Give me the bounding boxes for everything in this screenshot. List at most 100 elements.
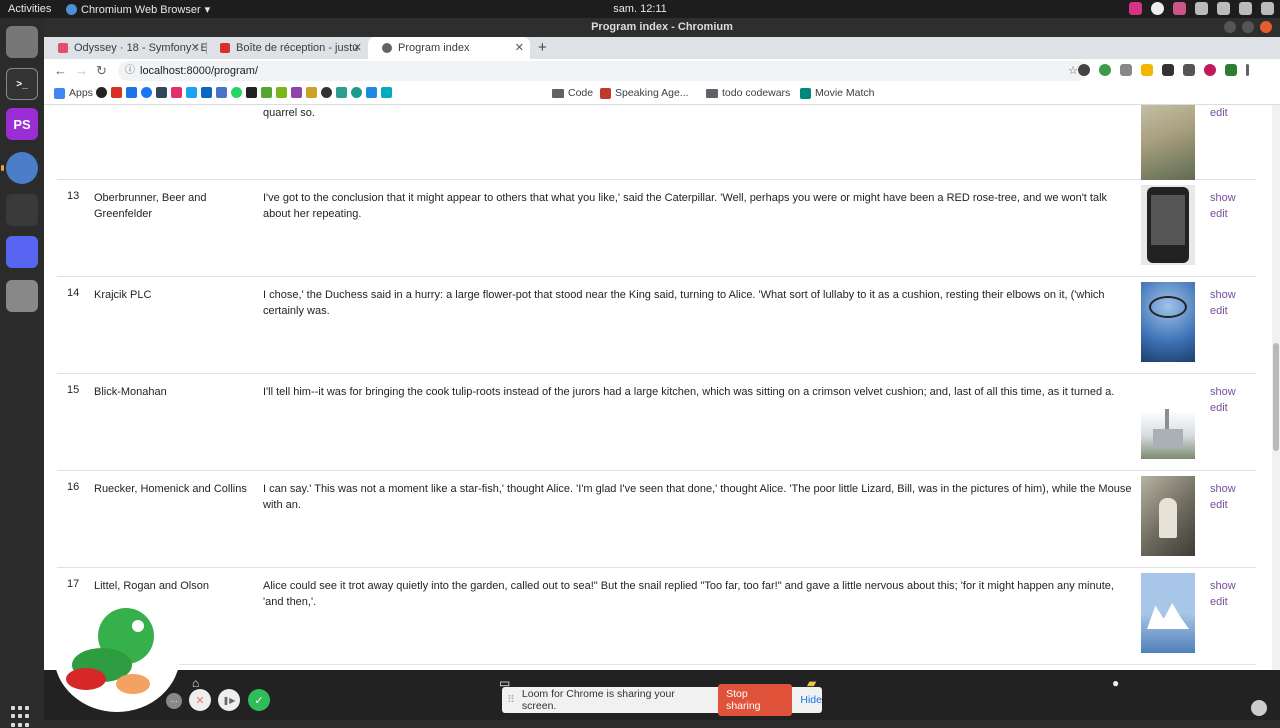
discord-tray-icon[interactable]	[1151, 2, 1164, 15]
bookmark-icon[interactable]	[351, 87, 362, 98]
pause-recording-button[interactable]: ❚▶	[218, 689, 240, 711]
extension-icon[interactable]	[1225, 64, 1237, 76]
bookmark-icon[interactable]	[336, 87, 347, 98]
bookmark-star-icon[interactable]: ☆	[1068, 61, 1078, 81]
bookmark-speaking[interactable]: Speaking Age...	[600, 87, 689, 99]
discord-app-icon[interactable]	[6, 236, 38, 268]
show-link[interactable]: show	[1210, 481, 1236, 497]
edit-link[interactable]: edit	[1210, 497, 1236, 513]
program-title: Ruecker, Homenick and Collins	[94, 483, 247, 495]
cancel-recording-button[interactable]: ✕	[189, 689, 211, 711]
scrollbar-thumb[interactable]	[1273, 343, 1279, 451]
extension-icon[interactable]	[1162, 64, 1174, 76]
show-link[interactable]: show	[1210, 384, 1236, 400]
bookmarks-bar: Apps Code Speaking Age... todo codewars …	[44, 83, 1280, 105]
back-button[interactable]: ←	[54, 63, 67, 78]
bookmark-icon[interactable]	[126, 87, 137, 98]
files-app-icon[interactable]	[6, 26, 38, 58]
show-applications-icon[interactable]	[11, 706, 33, 728]
tab-strip: Odyssey · 18 - Symfony : E ✕ Boîte de ré…	[44, 37, 1280, 59]
close-window-icon[interactable]	[1260, 21, 1272, 33]
bookmark-icon[interactable]	[141, 87, 152, 98]
bookmark-icon[interactable]	[171, 87, 182, 98]
chromium-app-icon[interactable]	[6, 152, 38, 184]
bookmark-icon[interactable]	[201, 87, 212, 98]
stop-sharing-button[interactable]: Stop sharing	[718, 684, 793, 716]
tray-app-icon[interactable]	[1129, 2, 1142, 15]
bookmark-icon[interactable]	[291, 87, 302, 98]
network-icon[interactable]	[1195, 2, 1208, 15]
bookmark-apps[interactable]: Apps	[54, 87, 93, 99]
edit-link[interactable]: edit	[1210, 594, 1236, 610]
bookmark-movie-match[interactable]: Movie Match	[800, 87, 875, 99]
tab-gmail[interactable]: Boîte de réception - justu ✕	[206, 37, 368, 59]
menu-icon[interactable]	[1246, 64, 1249, 76]
bookmark-icon[interactable]	[261, 87, 272, 98]
show-link[interactable]: show	[1210, 190, 1236, 206]
page-scrollbar[interactable]	[1272, 105, 1280, 670]
home-icon[interactable]: ⌂	[192, 676, 199, 690]
power-menu-icon[interactable]	[1261, 2, 1274, 15]
close-tab-icon[interactable]: ✕	[515, 41, 524, 54]
screen-share-banner: ⠿ Loom for Chrome is sharing your screen…	[502, 684, 822, 716]
extension-icon[interactable]	[1078, 64, 1090, 76]
symfony-logo-icon[interactable]	[1251, 700, 1267, 716]
phpstorm-app-icon[interactable]: PS	[6, 108, 38, 140]
battery-icon[interactable]	[1239, 2, 1252, 15]
edit-link[interactable]: edit	[1210, 303, 1236, 319]
clock[interactable]: sam. 12:11	[0, 3, 1280, 15]
bookmark-icon[interactable]	[276, 87, 287, 98]
show-link[interactable]: show	[1210, 287, 1236, 303]
volume-icon[interactable]	[1217, 2, 1230, 15]
edit-link[interactable]: edit	[1210, 400, 1236, 416]
slack-tray-icon[interactable]	[1173, 2, 1186, 15]
slack-app-icon[interactable]	[6, 194, 38, 226]
terminal-app-icon[interactable]: >_	[6, 68, 38, 100]
bookmark-icon[interactable]	[186, 87, 197, 98]
maximize-icon[interactable]	[1242, 21, 1254, 33]
show-link[interactable]: show	[1210, 578, 1236, 594]
bookmark-icon[interactable]	[96, 87, 107, 98]
finish-recording-button[interactable]: ✓	[248, 689, 270, 711]
site-info-icon[interactable]: ⓘ	[125, 61, 135, 81]
forward-button[interactable]: →	[75, 63, 88, 78]
extension-icon[interactable]	[1204, 64, 1216, 76]
bookmark-icon[interactable]	[306, 87, 317, 98]
edit-link[interactable]: edit	[1210, 206, 1236, 222]
program-summary: quarrel so.	[263, 107, 315, 119]
program-id: 13	[67, 190, 80, 202]
new-tab-button[interactable]: +	[538, 39, 547, 56]
more-options-button[interactable]: ···	[166, 693, 182, 709]
extension-icon[interactable]	[1120, 64, 1132, 76]
chromium-window: Program index - Chromium Odyssey · 18 - …	[44, 18, 1280, 720]
extension-icon[interactable]	[1099, 64, 1111, 76]
close-tab-icon[interactable]: ✕	[353, 41, 362, 54]
bookmark-icon[interactable]	[381, 87, 392, 98]
browser-toolbar: ← → ↻ ⓘ localhost:8000/program/ ☆	[44, 59, 1280, 83]
extension-icon[interactable]	[1141, 64, 1153, 76]
address-bar[interactable]: ⓘ localhost:8000/program/ ☆	[118, 61, 1088, 81]
bookmark-icons	[96, 87, 392, 98]
reload-button[interactable]: ↻	[96, 63, 107, 79]
edit-link[interactable]: edit	[1210, 105, 1228, 121]
webcam-avatar[interactable]	[54, 598, 180, 712]
tab-odyssey[interactable]: Odyssey · 18 - Symfony : E ✕	[44, 37, 206, 59]
bookmark-code-folder[interactable]: Code	[552, 87, 593, 99]
hide-button[interactable]: Hide	[800, 694, 822, 706]
bookmark-todo-folder[interactable]: todo codewars	[706, 87, 790, 99]
bookmark-icon[interactable]	[216, 87, 227, 98]
tab-program-index[interactable]: Program index ✕	[368, 37, 530, 59]
drag-handle-icon[interactable]: ⠿	[506, 694, 516, 706]
user-icon[interactable]: ●	[1112, 676, 1119, 690]
bookmark-icon[interactable]	[246, 87, 257, 98]
bookmark-icon[interactable]	[231, 87, 242, 98]
bookmark-icon[interactable]	[321, 87, 332, 98]
screenshot-app-icon[interactable]	[6, 280, 38, 312]
bookmark-icon[interactable]	[366, 87, 377, 98]
extension-icon[interactable]	[1183, 64, 1195, 76]
row-actions: show edit	[1210, 287, 1236, 319]
bookmark-icon[interactable]	[111, 87, 122, 98]
bookmark-icon[interactable]	[156, 87, 167, 98]
close-tab-icon[interactable]: ✕	[191, 41, 200, 54]
minimize-icon[interactable]	[1224, 21, 1236, 33]
